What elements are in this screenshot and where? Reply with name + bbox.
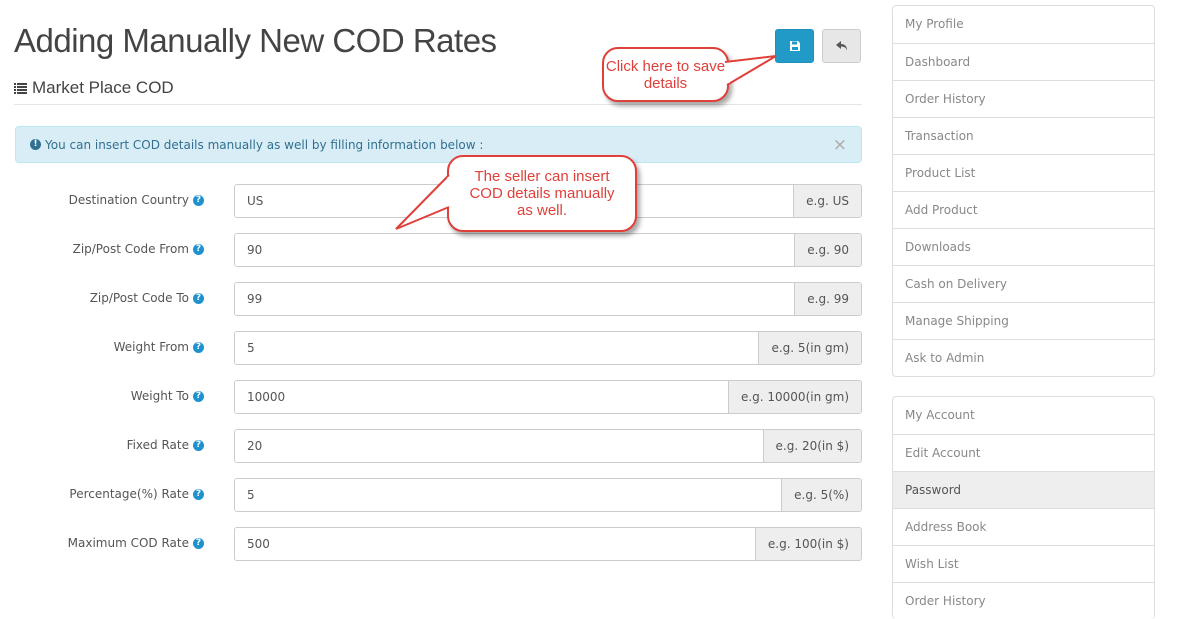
input-group: e.g. 99 xyxy=(234,282,862,316)
field-input[interactable] xyxy=(235,528,755,560)
save-icon xyxy=(789,41,800,51)
input-group: e.g. 90 xyxy=(234,233,862,267)
alert-text: You can insert COD details manually as w… xyxy=(45,137,484,152)
sidebar-item[interactable]: Ask to Admin xyxy=(893,339,1154,376)
insert-callout: The seller can insert COD details manual… xyxy=(447,155,637,232)
label-text: Zip/Post Code To xyxy=(89,291,189,305)
sidebar-item[interactable]: Order History xyxy=(893,582,1154,619)
close-alert-button[interactable]: × xyxy=(833,135,847,155)
field-label: Fixed Rate? xyxy=(127,438,204,452)
field-label: Weight To? xyxy=(131,389,204,403)
sidebar-item[interactable]: Transaction xyxy=(893,117,1154,154)
input-group: e.g. 20(in $) xyxy=(234,429,862,463)
info-alert: ! You can insert COD details manually as… xyxy=(15,126,862,163)
form-row: Weight From? e.g. 5(in gm) xyxy=(0,331,862,365)
field-input[interactable] xyxy=(235,234,795,266)
help-icon[interactable]: ? xyxy=(193,194,204,206)
help-icon[interactable]: ? xyxy=(193,488,204,500)
label-text: Zip/Post Code From xyxy=(72,242,189,256)
field-hint: e.g. 20(in $) xyxy=(762,430,861,462)
divider xyxy=(14,104,862,105)
form-row: Maximum COD Rate? e.g. 100(in $) xyxy=(0,527,862,561)
field-label: Destination Country? xyxy=(69,193,204,207)
field-label: Percentage(%) Rate? xyxy=(69,487,204,501)
label-text: Weight To xyxy=(130,389,189,403)
field-label: Maximum COD Rate? xyxy=(68,536,204,550)
input-group: e.g. 10000(in gm) xyxy=(234,380,862,414)
field-input[interactable] xyxy=(235,283,795,315)
form-row: Fixed Rate? e.g. 20(in $) xyxy=(0,429,862,463)
field-hint: e.g. 100(in $) xyxy=(754,528,861,560)
form-row: Zip/Post Code From? e.g. 90 xyxy=(0,233,862,267)
save-button[interactable] xyxy=(775,29,814,63)
section-title: Market Place COD xyxy=(32,78,174,97)
label-text: Weight From xyxy=(113,340,189,354)
help-icon[interactable]: ? xyxy=(193,341,204,353)
seller-menu: My Profile Dashboard Order History Transact… xyxy=(892,5,1155,377)
form-row: Zip/Post Code To? e.g. 99 xyxy=(0,282,862,316)
sidebar-item[interactable]: Address Book xyxy=(893,508,1154,545)
field-input[interactable] xyxy=(235,332,759,364)
help-icon[interactable]: ? xyxy=(193,537,204,549)
sidebar-item[interactable]: Cash on Delivery xyxy=(893,265,1154,302)
help-icon[interactable]: ? xyxy=(193,390,204,402)
label-text: Percentage(%) Rate xyxy=(69,487,189,501)
field-input[interactable] xyxy=(235,479,782,511)
field-input[interactable] xyxy=(235,381,728,413)
sidebar-item[interactable]: Downloads xyxy=(893,228,1154,265)
field-hint: e.g. 5(%) xyxy=(781,479,861,511)
field-label: Zip/Post Code To? xyxy=(90,291,204,305)
sidebar-item[interactable]: Dashboard xyxy=(893,43,1154,80)
field-hint: e.g. 10000(in gm) xyxy=(727,381,861,413)
list-icon xyxy=(14,82,27,94)
insert-callout-tail xyxy=(395,174,451,230)
sidebar-item[interactable]: Wish List xyxy=(893,545,1154,582)
label-text: Maximum COD Rate xyxy=(67,536,189,550)
page-title: Adding Manually New COD Rates xyxy=(14,22,497,59)
help-icon[interactable]: ? xyxy=(193,243,204,255)
reply-icon xyxy=(835,41,847,51)
field-hint: e.g. 90 xyxy=(794,234,861,266)
field-label: Weight From? xyxy=(114,340,204,354)
field-hint: e.g. 5(in gm) xyxy=(758,332,861,364)
field-label: Zip/Post Code From? xyxy=(73,242,204,256)
sidebar-item[interactable]: My Profile xyxy=(893,6,1154,43)
help-icon[interactable]: ? xyxy=(193,439,204,451)
sidebar-item[interactable]: Password xyxy=(893,471,1154,508)
sidebar-item[interactable]: Add Product xyxy=(893,191,1154,228)
save-callout: Click here to save details xyxy=(602,47,729,102)
sidebar-item[interactable]: Order History xyxy=(893,80,1154,117)
form-row: Percentage(%) Rate? e.g. 5(%) xyxy=(0,478,862,512)
label-text: Fixed Rate xyxy=(126,438,189,452)
account-menu: My Account Edit Account Password Address Bo… xyxy=(892,396,1155,619)
sidebar-item[interactable]: Edit Account xyxy=(893,434,1154,471)
back-button[interactable] xyxy=(822,29,861,63)
input-group: e.g. 5(in gm) xyxy=(234,331,862,365)
sidebar-item[interactable]: Manage Shipping xyxy=(893,302,1154,339)
input-group: e.g. 100(in $) xyxy=(234,527,862,561)
section-heading: Market Place COD xyxy=(14,78,174,98)
field-hint: e.g. 99 xyxy=(794,283,861,315)
sidebar-item[interactable]: My Account xyxy=(893,397,1154,434)
form-row: Weight To? e.g. 10000(in gm) xyxy=(0,380,862,414)
field-input[interactable] xyxy=(235,430,763,462)
label-text: Destination Country xyxy=(68,193,189,207)
exclamation-icon: ! xyxy=(30,139,41,150)
input-group: e.g. 5(%) xyxy=(234,478,862,512)
help-icon[interactable]: ? xyxy=(193,292,204,304)
field-hint: e.g. US xyxy=(793,185,861,217)
sidebar-item[interactable]: Product List xyxy=(893,154,1154,191)
